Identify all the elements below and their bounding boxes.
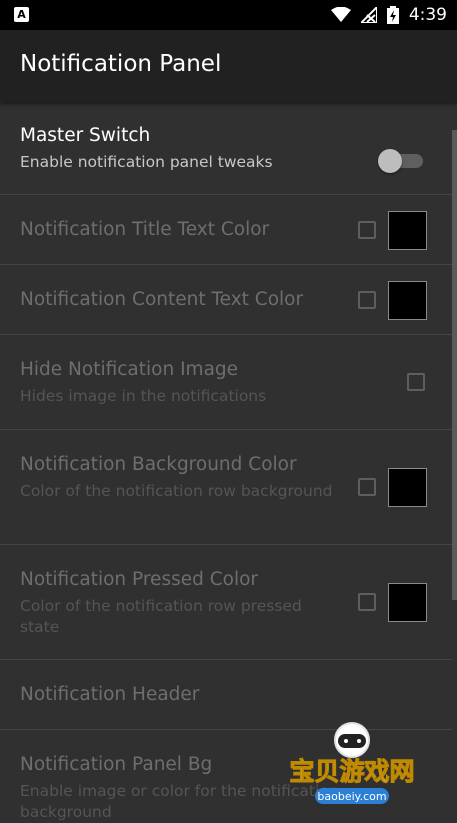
setting-summary: Hides image in the notifications xyxy=(20,387,267,405)
watermark-logo: 宝贝游戏网 baobeiy.com xyxy=(280,720,430,812)
background-color-swatch[interactable] xyxy=(388,468,427,507)
wifi-icon xyxy=(330,7,351,22)
pressed-color-swatch[interactable] xyxy=(388,583,427,622)
svg-text:宝贝游戏网: 宝贝游戏网 xyxy=(289,757,414,786)
scrollbar[interactable] xyxy=(452,130,457,600)
setting-master-switch[interactable]: Master Switch Enable notification panel … xyxy=(0,102,452,195)
setting-title-text-color[interactable]: Notification Title Text Color xyxy=(0,195,452,265)
status-icons: 4:39 xyxy=(330,0,447,30)
title-text-color-swatch[interactable] xyxy=(388,211,427,250)
title-text-color-checkbox[interactable] xyxy=(358,221,376,239)
setting-content-text-color[interactable]: Notification Content Text Color xyxy=(0,265,452,335)
pressed-color-checkbox[interactable] xyxy=(358,593,376,611)
content-text-color-checkbox[interactable] xyxy=(358,291,376,309)
setting-title: Master Switch xyxy=(20,125,151,146)
setting-title: Hide Notification Image xyxy=(20,359,239,380)
background-color-checkbox[interactable] xyxy=(358,478,376,496)
page-title: Notification Panel xyxy=(20,51,222,77)
setting-pressed-color[interactable]: Notification Pressed Color Color of the … xyxy=(0,545,452,660)
setting-title: Notification Background Color xyxy=(20,454,297,475)
svg-text:baobeiy.com: baobeiy.com xyxy=(317,790,386,803)
setting-hide-notification-image[interactable]: Hide Notification Image Hides image in t… xyxy=(0,335,452,430)
app-notification-icon: A xyxy=(14,7,29,22)
setting-title: Notification Header xyxy=(20,684,200,705)
battery-charging-icon xyxy=(386,6,399,24)
setting-background-color[interactable]: Notification Background Color Color of t… xyxy=(0,430,452,545)
hide-image-checkbox[interactable] xyxy=(407,373,425,391)
setting-title: Notification Title Text Color xyxy=(20,219,270,240)
master-switch-thumb[interactable] xyxy=(378,149,402,173)
app-bar: Notification Panel xyxy=(0,30,457,102)
setting-title: Notification Panel Bg xyxy=(20,754,213,775)
content-text-color-swatch[interactable] xyxy=(388,281,427,320)
status-bar: A 4:39 xyxy=(0,0,457,30)
setting-title: Notification Pressed Color xyxy=(20,569,259,590)
setting-summary: Color of the notification row pressed st… xyxy=(20,597,302,636)
setting-title: Notification Content Text Color xyxy=(20,289,304,310)
clock: 4:39 xyxy=(408,5,447,25)
setting-summary: Enable notification panel tweaks xyxy=(20,153,273,171)
no-signal-icon xyxy=(360,7,377,23)
setting-summary: Color of the notification row background xyxy=(20,482,333,500)
